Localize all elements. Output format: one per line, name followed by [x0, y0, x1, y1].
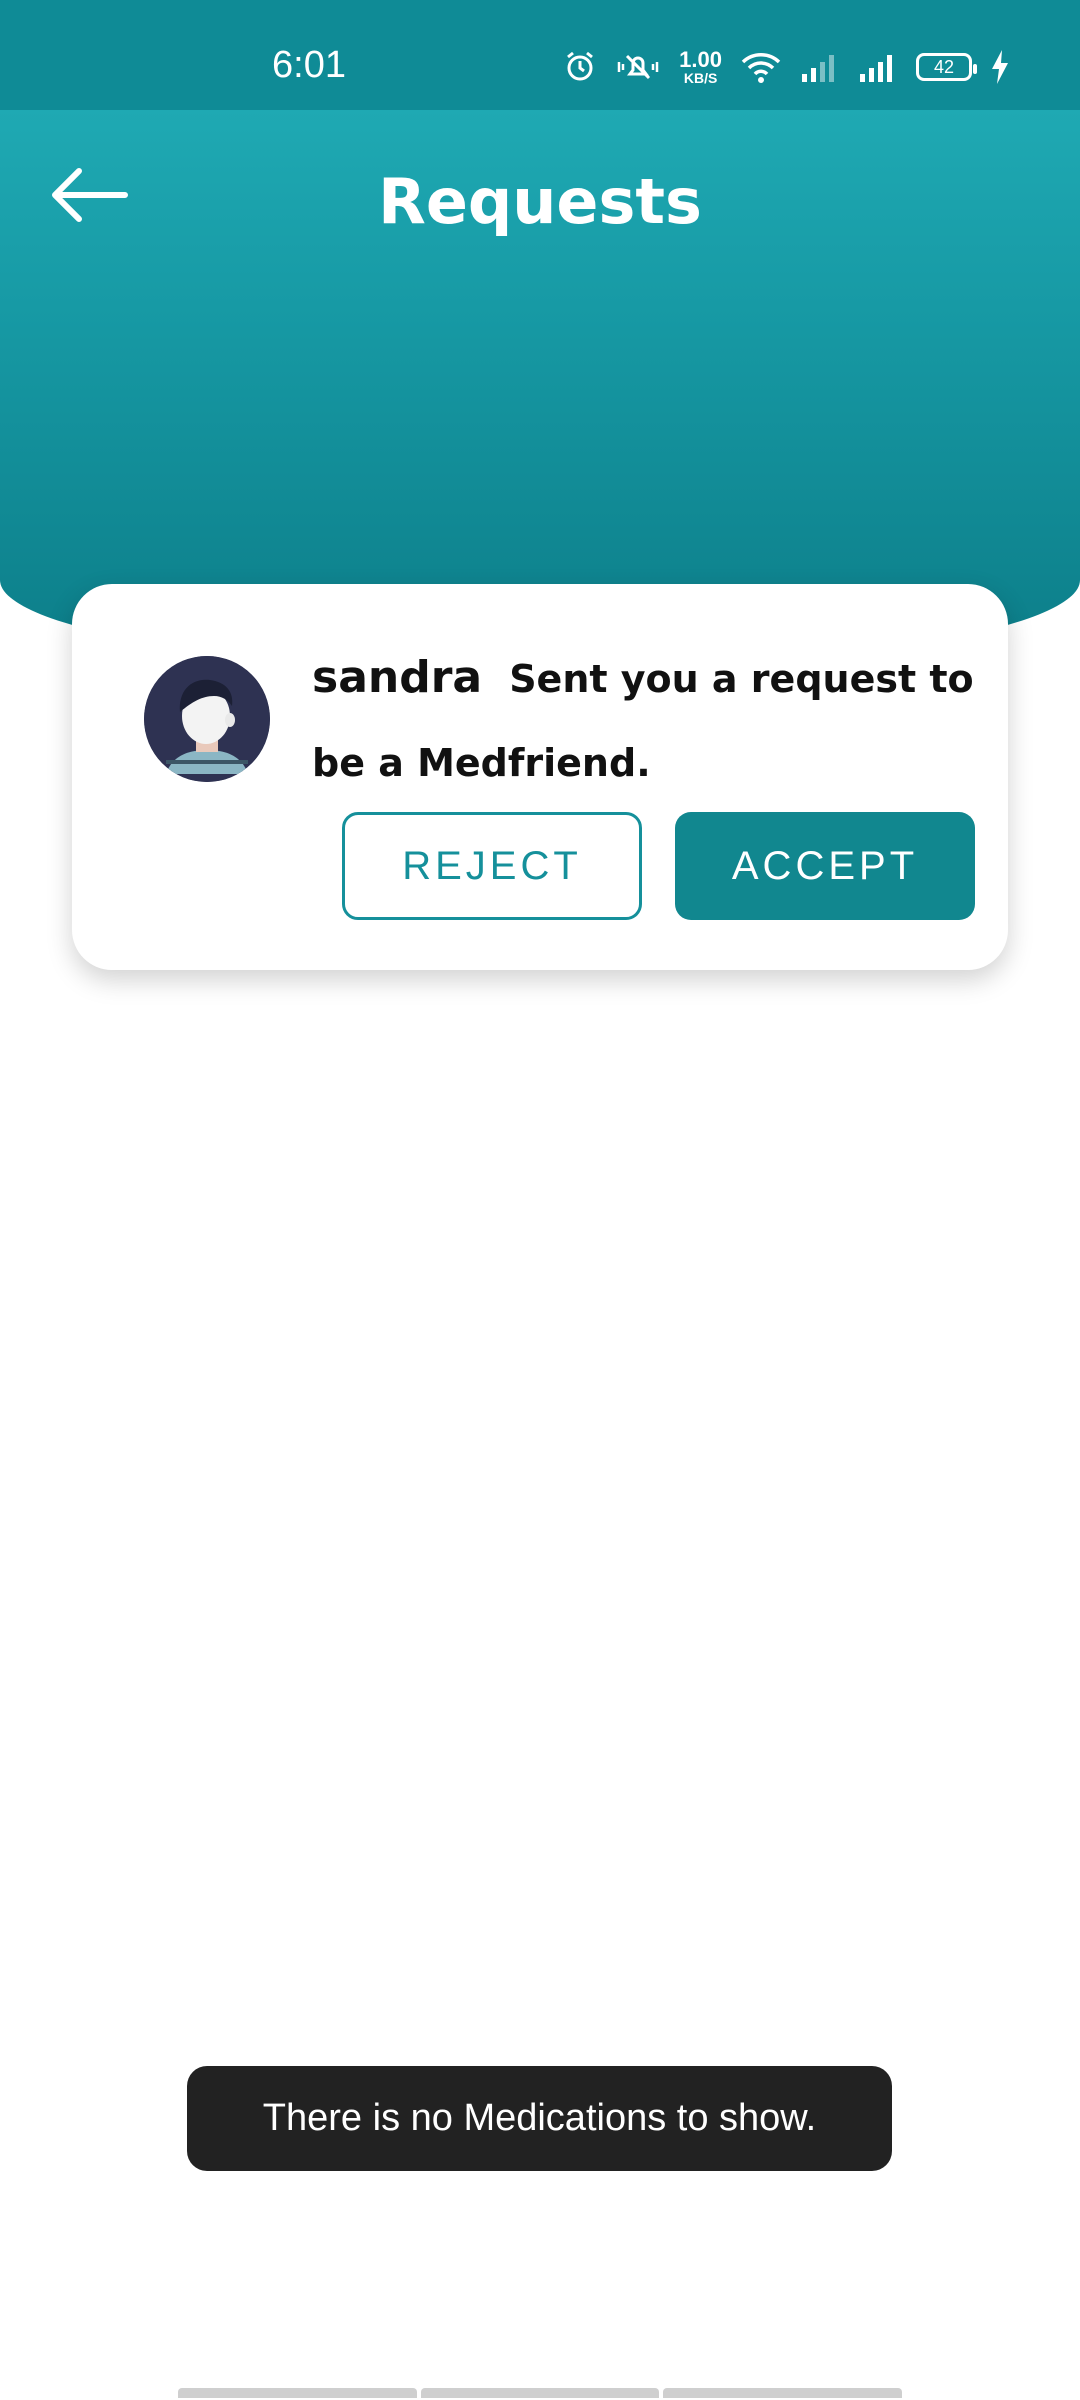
battery-level: 42	[933, 56, 955, 77]
signal-icon	[858, 50, 898, 84]
network-speed: 1.00 KB/S	[679, 47, 722, 86]
status-time: 6:01	[272, 44, 346, 86]
alarm-icon	[563, 50, 597, 84]
request-card: sandra Sent you a request to be a Medfri…	[72, 584, 1008, 970]
charging-icon	[990, 49, 1010, 85]
page-title: Requests	[378, 165, 702, 238]
gesture-segment	[663, 2388, 903, 2398]
gesture-bar[interactable]	[178, 2388, 903, 2398]
signal-icon	[800, 50, 840, 84]
status-bar: 6:01 1.00 KB/S 42	[0, 0, 1080, 110]
network-speed-unit: KB/S	[683, 70, 718, 86]
requester-name: sandra	[312, 652, 483, 703]
toast-message: There is no Medications to show.	[187, 2066, 892, 2171]
avatar	[144, 656, 270, 782]
reject-button[interactable]: REJECT	[342, 812, 642, 920]
gesture-segment	[178, 2388, 417, 2398]
network-speed-value: 1.00	[679, 47, 722, 72]
wifi-icon	[740, 50, 782, 84]
accept-button[interactable]: ACCEPT	[675, 812, 975, 920]
status-icons: 1.00 KB/S 42	[563, 46, 1010, 88]
silent-icon	[615, 50, 661, 84]
battery-icon: 42	[916, 53, 977, 81]
gesture-segment	[420, 2388, 660, 2398]
request-text: sandra Sent you a request to be a Medfri…	[312, 640, 992, 809]
